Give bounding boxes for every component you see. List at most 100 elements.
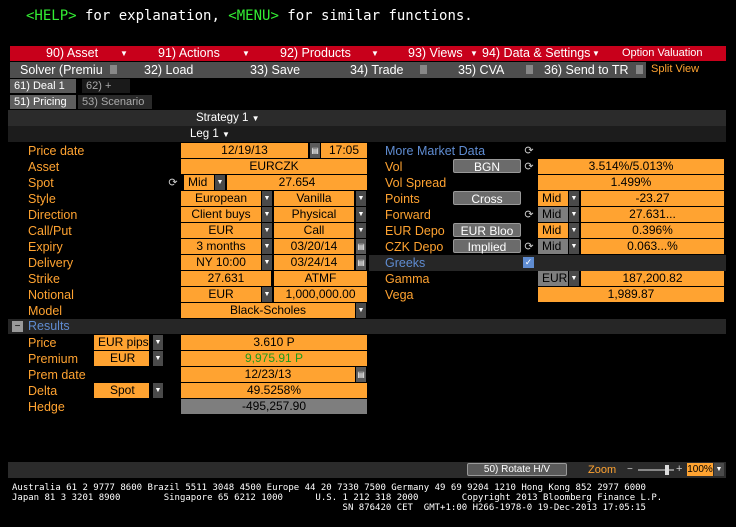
premium-field[interactable]: 9,975.91 P [181, 351, 367, 366]
vol-spread-field[interactable]: 1.499% [538, 175, 724, 190]
refresh-icon[interactable]: ⟳ [523, 241, 535, 253]
rotate-button[interactable]: 50) Rotate H/V [467, 463, 567, 476]
eur-depo-field[interactable]: 0.396% [581, 223, 724, 238]
notional-field[interactable]: 1,000,000.00 [274, 287, 367, 302]
delivery-date-field[interactable]: 03/24/14 [274, 255, 354, 270]
menu-data-settings[interactable]: 94) Data & Settings ▼ [482, 46, 612, 61]
chevron-down-icon[interactable]: ▼ [356, 207, 366, 222]
gamma-currency-select[interactable]: EUR [538, 271, 568, 286]
delta-type-select[interactable]: Spot [94, 383, 149, 398]
prem-date-field[interactable]: 12/23/13 [181, 367, 355, 382]
spot-field[interactable]: 27.654 [227, 175, 367, 190]
load-button[interactable]: 32) Load [144, 62, 193, 78]
save-button[interactable]: 33) Save [250, 62, 300, 78]
delivery-cut-select[interactable]: NY 10:00 [181, 255, 261, 270]
chevron-down-icon[interactable]: ▼ [569, 191, 579, 206]
price-date-field[interactable]: 12/19/13 [181, 143, 308, 158]
price-unit-select[interactable]: EUR pips [94, 335, 149, 350]
leg-selector[interactable]: Leg 1 ▼ [190, 126, 230, 143]
collapse-icon[interactable]: − [12, 321, 23, 332]
direction-select[interactable]: Client buys [181, 207, 261, 222]
chevron-down-icon[interactable]: ▼ [356, 191, 366, 206]
menu-asset[interactable]: 90) Asset ▼ [10, 46, 134, 61]
zoom-out-icon[interactable]: − [627, 464, 635, 475]
zoom-in-icon[interactable]: + [676, 464, 684, 475]
chevron-down-icon[interactable]: ▼ [262, 239, 272, 254]
checkbox-checked-icon[interactable]: ✓ [523, 257, 534, 268]
chevron-down-icon[interactable]: ▼ [262, 287, 272, 302]
tab-pricing[interactable]: 51) Pricing [10, 95, 76, 109]
help-key[interactable]: <HELP> [26, 8, 77, 24]
czk-depo-side-select[interactable]: Mid [538, 239, 568, 254]
strategy-selector[interactable]: Strategy 1 ▼ [196, 110, 260, 127]
dropdown-icon[interactable] [526, 65, 533, 74]
asset-field[interactable]: EURCZK [181, 159, 367, 174]
refresh-icon[interactable]: ⟳ [523, 209, 535, 221]
style-select[interactable]: European [181, 191, 261, 206]
tab-scenario[interactable]: 53) Scenario [78, 95, 152, 109]
zoom-value-field[interactable]: 100% [687, 463, 713, 476]
call-put-currency-select[interactable]: EUR [181, 223, 261, 238]
chevron-down-icon[interactable]: ▼ [262, 255, 272, 270]
chevron-down-icon[interactable]: ▼ [153, 351, 163, 366]
dropdown-icon[interactable] [110, 65, 117, 74]
chevron-down-icon[interactable]: ▼ [569, 223, 579, 238]
menu-products[interactable]: 92) Products ▼ [252, 46, 382, 61]
refresh-icon[interactable]: ⟳ [523, 145, 535, 157]
chevron-down-icon[interactable]: ▼ [569, 207, 579, 222]
menu-actions[interactable]: 91) Actions ▼ [134, 46, 252, 61]
settlement-select[interactable]: Physical [274, 207, 354, 222]
chevron-down-icon[interactable]: ▼ [262, 223, 272, 238]
chevron-down-icon[interactable]: ▼ [714, 463, 724, 476]
split-view-button[interactable]: Split View [651, 63, 699, 75]
strike-mode-field[interactable]: ATMF [274, 271, 367, 286]
expiry-tenor-select[interactable]: 3 months [181, 239, 261, 254]
model-select[interactable]: Black-Scholes [181, 303, 355, 318]
chevron-down-icon[interactable]: ▼ [153, 383, 163, 398]
forward-side-select[interactable]: Mid [538, 207, 568, 222]
refresh-icon[interactable]: ⟳ [523, 161, 535, 173]
more-market-data-link[interactable]: More Market Data [385, 143, 485, 159]
price-field[interactable]: 3.610 P [181, 335, 367, 350]
strike-field[interactable]: 27.631 [181, 271, 271, 286]
call-put-select[interactable]: Call [274, 223, 354, 238]
czk-depo-field[interactable]: 0.063...% [581, 239, 724, 254]
tab-add[interactable]: 62) + [82, 79, 130, 93]
czk-depo-source-button[interactable]: Implied [453, 239, 521, 254]
chevron-down-icon[interactable]: ▼ [356, 303, 366, 318]
tab-deal-1[interactable]: 61) Deal 1 [10, 79, 76, 93]
expiry-date-field[interactable]: 03/20/14 [274, 239, 354, 254]
dropdown-icon[interactable] [636, 65, 643, 74]
chevron-down-icon[interactable]: ▼ [569, 271, 579, 286]
solver-button[interactable]: Solver (Premiu [20, 62, 103, 78]
zoom-slider-handle[interactable] [665, 465, 669, 475]
vol-source-button[interactable]: BGN [453, 159, 521, 174]
chevron-down-icon[interactable]: ▼ [262, 191, 272, 206]
calendar-icon[interactable]: ▤ [310, 143, 320, 158]
points-side-select[interactable]: Mid [538, 191, 568, 206]
refresh-icon[interactable]: ⟳ [167, 177, 179, 189]
spot-side-select[interactable]: Mid [184, 175, 214, 190]
eur-depo-side-select[interactable]: Mid [538, 223, 568, 238]
chevron-down-icon[interactable]: ▼ [262, 207, 272, 222]
points-field[interactable]: -23.27 [581, 191, 724, 206]
chevron-down-icon[interactable]: ▼ [569, 239, 579, 254]
calendar-icon[interactable]: ▤ [356, 239, 366, 254]
points-source-button[interactable]: Cross [453, 191, 521, 206]
cva-button[interactable]: 35) CVA [458, 62, 504, 78]
calendar-icon[interactable]: ▤ [356, 255, 366, 270]
menu-key[interactable]: <MENU> [228, 8, 279, 24]
eur-depo-source-button[interactable]: EUR Bloo [453, 223, 521, 238]
dropdown-icon[interactable] [420, 65, 427, 74]
notional-currency-select[interactable]: EUR [181, 287, 261, 302]
vol-field[interactable]: 3.514%/5.013% [538, 159, 724, 174]
menu-views[interactable]: 93) Views ▼ [382, 46, 482, 61]
chevron-down-icon[interactable]: ▼ [356, 223, 366, 238]
price-time-field[interactable]: 17:05 [321, 143, 367, 158]
send-to-tr-button[interactable]: 36) Send to TR [544, 62, 629, 78]
premium-currency-select[interactable]: EUR [94, 351, 149, 366]
trade-button[interactable]: 34) Trade [350, 62, 404, 78]
option-type-select[interactable]: Vanilla [274, 191, 354, 206]
chevron-down-icon[interactable]: ▼ [215, 175, 225, 190]
calendar-icon[interactable]: ▤ [356, 367, 366, 382]
